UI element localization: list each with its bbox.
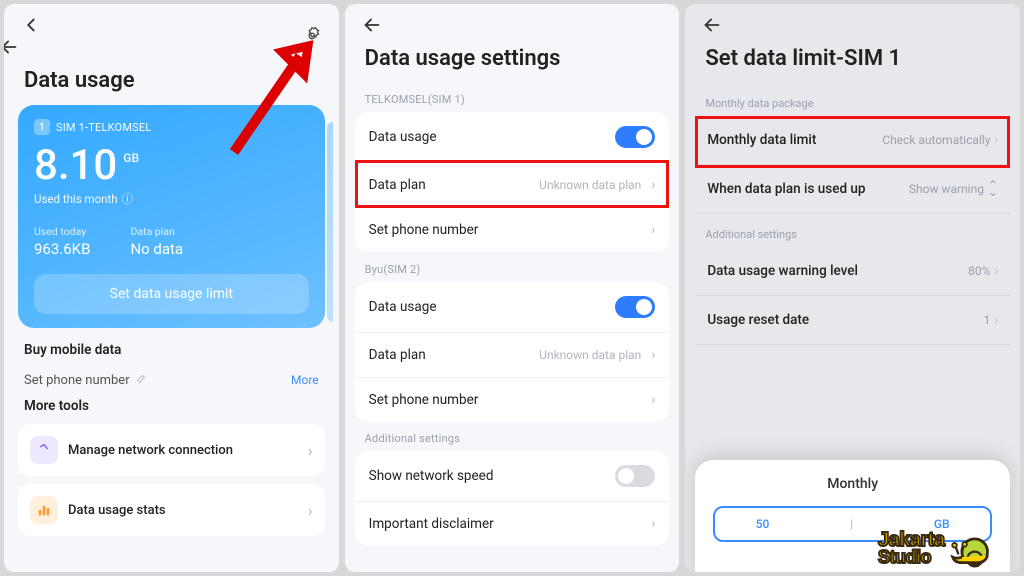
row-label: Set phone number	[369, 392, 479, 408]
more-link[interactable]: More	[291, 373, 319, 387]
tool-network-label: Manage network connection	[68, 443, 298, 458]
chevron-right-icon: ›	[651, 516, 655, 532]
toggle-on[interactable]	[615, 126, 655, 148]
sim2-list: Data usage Data plan Unknown data plan ›…	[355, 282, 670, 422]
picker-value: 50	[756, 517, 770, 531]
chevron-right-icon: ›	[651, 347, 655, 363]
row-data-usage-sim2[interactable]: Data usage	[355, 282, 670, 333]
page-title: Data usage settings	[345, 42, 680, 83]
gear-icon[interactable]	[301, 25, 323, 47]
snail-icon	[949, 526, 993, 570]
group-additional: Additional settings	[685, 214, 1020, 247]
row-data-plan-sim1[interactable]: Data plan Unknown data plan ›	[355, 163, 670, 208]
buy-data-title: Buy mobile data	[24, 342, 319, 358]
used-this-month-label: Used this month	[34, 192, 118, 206]
row-label: Data usage warning level	[707, 263, 858, 279]
tool-row-network[interactable]: Manage network connection ›	[18, 424, 325, 476]
row-label: Data plan	[369, 177, 426, 193]
chevron-right-icon: ›	[994, 264, 998, 278]
more-tools-title: More tools	[24, 398, 319, 414]
stats-icon	[30, 496, 58, 524]
chevron-right-icon: ›	[994, 313, 998, 327]
row-value: Unknown data plan	[539, 348, 641, 362]
toggle-off[interactable]	[615, 465, 655, 487]
sim1-list: Data usage Data plan Unknown data plan ›…	[355, 112, 670, 253]
row-used-up[interactable]: When data plan is used up Show warning ⌃…	[695, 165, 1010, 214]
usage-unit: GB	[123, 151, 139, 165]
logo-line2: Studio	[878, 549, 945, 565]
network-icon	[30, 436, 58, 464]
back-icon[interactable]	[361, 14, 383, 36]
screen-data-usage-settings: Data usage settings TELKOMSEL(SIM 1) Dat…	[345, 4, 680, 572]
used-today-label: Used today	[34, 225, 90, 238]
edit-icon[interactable]	[136, 372, 148, 388]
set-phone-label[interactable]: Set phone number	[24, 373, 130, 388]
row-value: 80%	[968, 264, 990, 278]
group-monthly: Monthly data package	[685, 83, 1020, 116]
up-down-icon: ⌃⌄	[988, 182, 998, 196]
row-value: Show warning	[909, 182, 984, 196]
chevron-right-icon: ›	[651, 392, 655, 408]
row-set-phone-sim1[interactable]: Set phone number ›	[355, 208, 670, 253]
chevron-right-icon: ›	[308, 441, 313, 460]
back-icon[interactable]	[20, 14, 42, 58]
modal-title: Monthly	[713, 476, 992, 492]
chevron-right-icon: ›	[308, 501, 313, 520]
chevron-right-icon: ›	[651, 222, 655, 238]
row-show-speed[interactable]: Show network speed	[355, 451, 670, 502]
row-data-usage-sim1[interactable]: Data usage	[355, 112, 670, 163]
additional-list: Show network speed Important disclaimer …	[355, 451, 670, 546]
row-warning-level[interactable]: Data usage warning level 80% ›	[695, 247, 1010, 296]
used-today-value: 963.6KB	[34, 240, 90, 258]
data-plan-label: Data plan	[130, 225, 183, 238]
set-limit-button[interactable]: Set data usage limit	[34, 274, 309, 314]
row-label: Important disclaimer	[369, 516, 494, 532]
usage-value: 8.10	[34, 145, 117, 187]
row-label: Data plan	[369, 347, 426, 363]
sim-label: SIM 1-TELKOMSEL	[56, 121, 151, 134]
watermark-logo: Jakarta Studio	[878, 526, 1018, 570]
row-value: Check automatically	[882, 133, 990, 147]
chevron-right-icon: ›	[651, 177, 655, 193]
screen-data-usage: Data usage 1 SIM 1-TELKOMSEL 8.10 GB Use…	[4, 4, 339, 572]
row-data-plan-sim2[interactable]: Data plan Unknown data plan ›	[355, 333, 670, 378]
row-label: Usage reset date	[707, 312, 809, 328]
tool-stats-label: Data usage stats	[68, 503, 298, 518]
data-plan-value: No data	[130, 240, 183, 258]
usage-card: 1 SIM 1-TELKOMSEL 8.10 GB Used this mont…	[18, 105, 325, 328]
info-icon[interactable]: ⓘ	[122, 191, 134, 207]
group-sim2: Byu(SIM 2)	[345, 253, 680, 282]
row-label: Data usage	[369, 299, 437, 315]
row-label: When data plan is used up	[707, 181, 865, 197]
row-value: 1	[984, 313, 991, 327]
page-title: Data usage	[4, 64, 339, 105]
row-monthly-limit[interactable]: Monthly data limit Check automatically ›	[695, 116, 1010, 165]
group-additional: Additional settings	[345, 422, 680, 451]
group-sim1: TELKOMSEL(SIM 1)	[345, 83, 680, 112]
row-value: Unknown data plan	[539, 178, 641, 192]
row-label: Set phone number	[369, 222, 479, 238]
row-label: Show network speed	[369, 468, 494, 484]
row-label: Monthly data limit	[707, 132, 816, 148]
sim-badge-icon: 1	[34, 119, 50, 135]
row-label: Data usage	[369, 129, 437, 145]
row-set-phone-sim2[interactable]: Set phone number ›	[355, 378, 670, 422]
row-disclaimer[interactable]: Important disclaimer ›	[355, 502, 670, 546]
row-reset-date[interactable]: Usage reset date 1 ›	[695, 296, 1010, 345]
tool-row-stats[interactable]: Data usage stats ›	[18, 484, 325, 536]
next-card-peek[interactable]	[327, 122, 333, 322]
screen-set-data-limit: Set data limit-SIM 1 Monthly data packag…	[685, 4, 1020, 572]
chevron-right-icon: ›	[994, 133, 998, 147]
toggle-on[interactable]	[615, 296, 655, 318]
back-icon[interactable]	[701, 14, 723, 36]
page-title: Set data limit-SIM 1	[685, 42, 1020, 83]
